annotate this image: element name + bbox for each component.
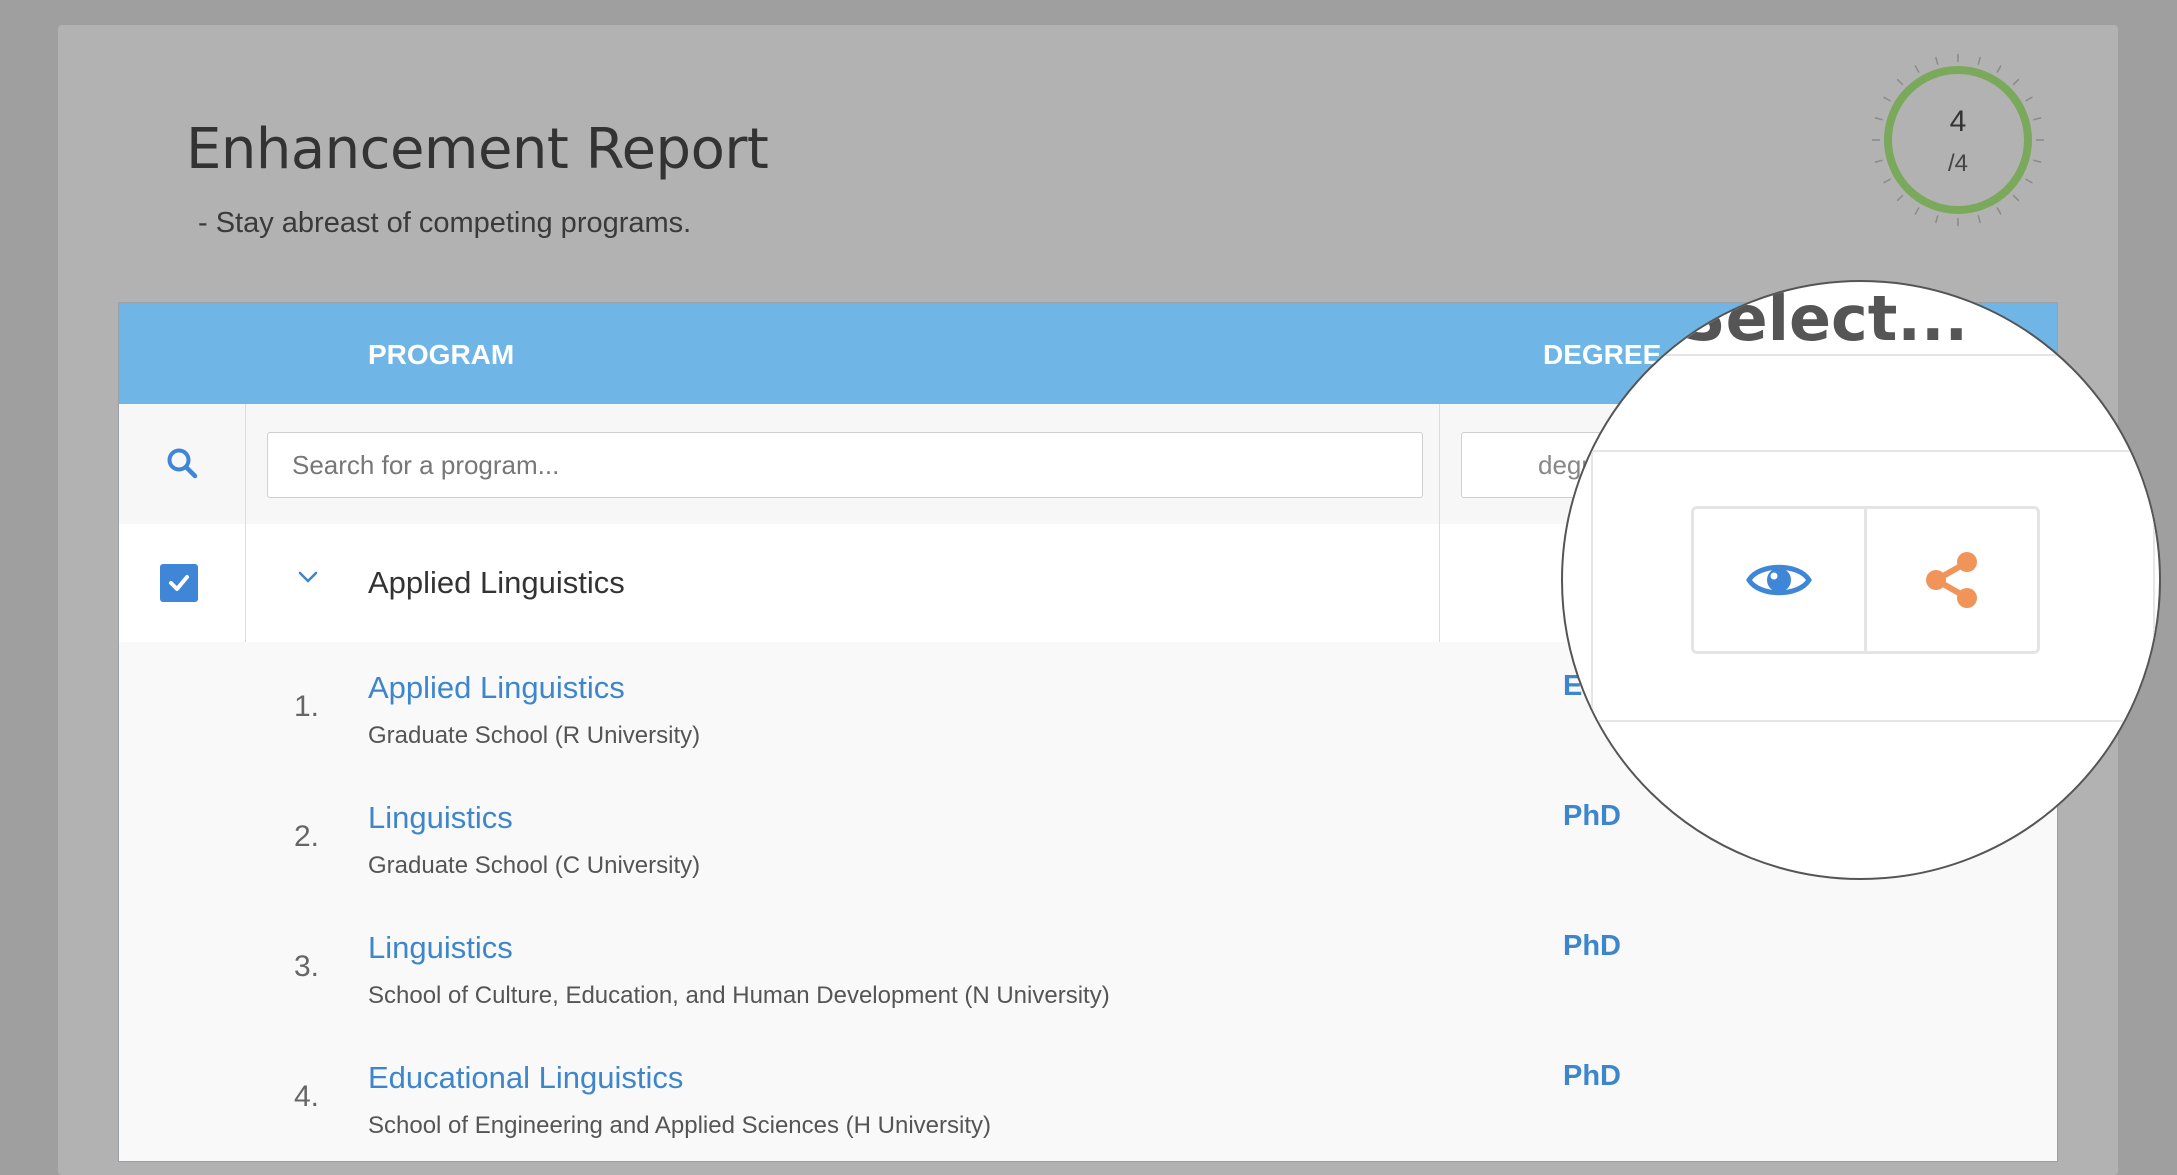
progress-tick <box>2012 194 2020 202</box>
progress-tick <box>2025 178 2033 184</box>
progress-tick <box>2025 96 2033 102</box>
program-school: Graduate School (C University) <box>368 852 701 879</box>
progress-tick <box>1914 65 1920 73</box>
progress-tick <box>1883 178 1891 184</box>
select-placeholder: Select... <box>1681 282 1969 355</box>
program-degree[interactable]: PhD <box>1563 930 1621 963</box>
progress-tick <box>1896 78 1904 86</box>
progress-tick <box>1996 207 2002 215</box>
magnifier-callout: Select... <box>1561 280 2161 880</box>
progress-count: 4 <box>1949 105 1967 138</box>
page-title: Enhancement Report <box>186 117 769 182</box>
table-row: 4. Educational Linguistics School of Eng… <box>119 1032 2057 1161</box>
row-number: 3. <box>294 950 320 983</box>
search-cell <box>119 404 246 524</box>
progress-tick <box>1883 96 1891 102</box>
checkmark-icon <box>169 575 189 591</box>
program-search-input[interactable] <box>267 432 1423 498</box>
column-header-program[interactable]: PROGRAM <box>368 339 514 371</box>
column-divider <box>1439 404 1440 524</box>
page-subtitle: - Stay abreast of competing programs. <box>198 207 692 239</box>
share-button[interactable] <box>1864 506 2040 654</box>
share-icon <box>1926 552 1977 608</box>
program-degree[interactable]: PhD <box>1563 1060 1621 1093</box>
program-link[interactable]: Educational Linguistics <box>368 1060 683 1096</box>
program-school: School of Engineering and Applied Scienc… <box>368 1112 992 1139</box>
row-number: 1. <box>294 690 320 723</box>
progress-ring-arc <box>1884 66 2032 214</box>
progress-tick <box>2012 78 2020 86</box>
program-link[interactable]: Linguistics <box>368 800 513 836</box>
progress-tick <box>1977 215 1981 224</box>
group-checkbox[interactable] <box>160 564 198 602</box>
view-button[interactable] <box>1691 506 1867 654</box>
eye-icon <box>1746 564 1812 596</box>
progress-tick <box>1914 207 1920 215</box>
progress-tick <box>1896 194 1904 202</box>
row-number: 4. <box>294 1080 320 1113</box>
progress-total: /4 <box>1947 150 1968 177</box>
program-link[interactable]: Linguistics <box>368 930 513 966</box>
chevron-down-icon[interactable] <box>297 570 319 584</box>
program-school: Graduate School (R University) <box>368 722 701 749</box>
table-row: 3. Linguistics School of Culture, Educat… <box>119 902 2057 1033</box>
progress-ring <box>1872 54 2044 226</box>
progress-tick <box>1977 56 1981 65</box>
program-school: School of Culture, Education, and Human … <box>368 982 1110 1009</box>
progress-tick <box>1935 215 1939 224</box>
program-degree[interactable]: PhD <box>1563 800 1621 833</box>
group-label: Applied Linguistics <box>368 565 625 600</box>
progress-tick <box>1996 65 2002 73</box>
row-number: 2. <box>294 820 320 853</box>
progress-tick <box>1935 56 1939 65</box>
program-link[interactable]: Applied Linguistics <box>368 670 625 706</box>
search-icon <box>167 448 198 479</box>
